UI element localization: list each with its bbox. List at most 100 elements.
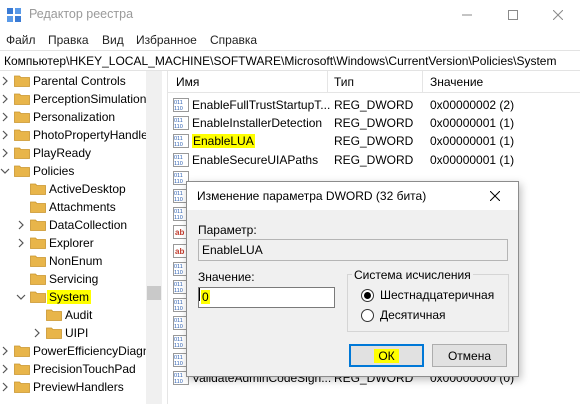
- chevron-down-icon[interactable]: [16, 291, 26, 303]
- chevron-right-icon[interactable]: [0, 111, 10, 123]
- tree-item-system[interactable]: System: [0, 288, 162, 306]
- tree-item-label[interactable]: PreviewHandlers: [31, 380, 126, 394]
- tree-item-datacollection[interactable]: DataCollection: [0, 216, 162, 234]
- column-type-header[interactable]: Тип: [334, 75, 354, 89]
- column-separator[interactable]: [422, 71, 423, 93]
- chevron-right-icon[interactable]: [32, 327, 42, 339]
- tree-item-label[interactable]: Servicing: [47, 272, 100, 286]
- column-separator[interactable]: [327, 71, 328, 93]
- radio-hex[interactable]: [361, 289, 374, 302]
- title-bar: Редактор реестра: [0, 0, 580, 30]
- list-row[interactable]: 011 110 EnableInstallerDetection REG_DWORD 0…: [168, 114, 580, 132]
- tree-item-servicing[interactable]: Servicing: [0, 270, 162, 288]
- folder-icon: [14, 381, 30, 393]
- menu-favorites[interactable]: Избранное: [136, 33, 197, 47]
- folder-icon: [30, 201, 46, 213]
- ok-button-label: ОК: [374, 348, 399, 363]
- chevron-right-icon[interactable]: [0, 129, 10, 141]
- folder-icon: [30, 255, 46, 267]
- menu-view[interactable]: Вид: [102, 33, 124, 47]
- tree-item-photopropertyhandle[interactable]: PhotoPropertyHandle: [0, 126, 162, 144]
- ok-button[interactable]: ОК: [349, 344, 424, 367]
- svg-text:110: 110: [174, 343, 183, 349]
- cancel-button[interactable]: Отмена: [432, 344, 507, 367]
- radio-hex-label[interactable]: Шестнадцатеричная: [380, 288, 494, 302]
- tree-item-label[interactable]: Explorer: [47, 236, 96, 250]
- folder-icon: [30, 291, 46, 303]
- address-path[interactable]: Компьютер\HKEY_LOCAL_MACHINE\SOFTWARE\Mi…: [4, 54, 556, 68]
- chevron-right-icon[interactable]: [0, 93, 10, 105]
- chevron-right-icon[interactable]: [16, 219, 26, 231]
- dialog-close-button[interactable]: [485, 187, 505, 205]
- tree-item-label[interactable]: PrecisionTouchPad: [31, 362, 138, 376]
- svg-text:110: 110: [174, 124, 183, 130]
- value-name: EnableSecureUIAPaths: [192, 152, 319, 167]
- tree-item-audit[interactable]: Audit: [0, 306, 162, 324]
- tree-item-label[interactable]: NonEnum: [47, 254, 104, 268]
- folder-icon: [14, 111, 30, 123]
- tree-item-label[interactable]: PlayReady: [31, 146, 93, 160]
- menu-bar: Файл Правка Вид Избранное Справка: [0, 30, 580, 50]
- tree-item-uipi[interactable]: UIPI: [0, 324, 162, 342]
- column-value-header[interactable]: Значение: [430, 75, 483, 89]
- svg-text:110: 110: [174, 106, 183, 112]
- list-row[interactable]: 011 110 EnableLUA REG_DWORD 0x00000001 (1): [168, 132, 580, 150]
- tree-item-label[interactable]: PowerEfficiencyDiagn: [31, 344, 152, 358]
- tree-scrollbar[interactable]: [146, 71, 162, 404]
- tree-item-label[interactable]: PhotoPropertyHandle: [31, 128, 150, 142]
- tree-item-precisiontouchpad[interactable]: PrecisionTouchPad: [0, 360, 162, 378]
- param-name-field: EnableLUA: [198, 239, 508, 261]
- tree-item-perceptionsimulation[interactable]: PerceptionSimulation: [0, 90, 162, 108]
- tree-item-activedesktop[interactable]: ActiveDesktop: [0, 180, 162, 198]
- folder-icon: [30, 237, 46, 249]
- chevron-right-icon[interactable]: [16, 237, 26, 249]
- column-name-header[interactable]: Имя: [176, 75, 199, 89]
- tree-item-label[interactable]: UIPI: [63, 326, 90, 340]
- radio-decimal-label[interactable]: Десятичная: [380, 308, 446, 322]
- tree-item-playready[interactable]: PlayReady: [0, 144, 162, 162]
- close-window-button[interactable]: [536, 0, 580, 30]
- chevron-right-icon[interactable]: [0, 147, 10, 159]
- list-row[interactable]: 011 110 EnableFullTrustStartupT... REG_DWOR…: [168, 96, 580, 114]
- folder-icon: [14, 93, 30, 105]
- chevron-down-icon[interactable]: [0, 165, 10, 177]
- tree-item-label[interactable]: Personalization: [31, 110, 117, 124]
- chevron-right-icon[interactable]: [0, 381, 10, 393]
- tree-item-label[interactable]: System: [47, 290, 92, 304]
- menu-help[interactable]: Справка: [210, 33, 257, 47]
- svg-text:110: 110: [174, 288, 183, 294]
- tree-item-label[interactable]: Audit: [63, 308, 94, 322]
- menu-edit[interactable]: Правка: [48, 33, 89, 47]
- radio-decimal[interactable]: [361, 309, 374, 322]
- menu-file[interactable]: Файл: [6, 33, 36, 47]
- tree-item-policies[interactable]: Policies: [0, 162, 162, 180]
- tree-item-label[interactable]: Parental Controls: [31, 74, 128, 88]
- tree-item-previewhandlers[interactable]: PreviewHandlers: [0, 378, 162, 396]
- svg-text:110: 110: [174, 142, 183, 148]
- chevron-right-icon[interactable]: [0, 345, 10, 357]
- maximize-button[interactable]: [490, 0, 536, 30]
- tree-item-label[interactable]: PerceptionSimulation: [31, 92, 148, 106]
- tree-item-label[interactable]: ActiveDesktop: [47, 182, 128, 196]
- tree-item-label[interactable]: Policies: [31, 164, 76, 178]
- svg-text:110: 110: [174, 324, 183, 330]
- window-title: Редактор реестра: [29, 7, 134, 21]
- tree-item-personalization[interactable]: Personalization: [0, 108, 162, 126]
- address-bar[interactable]: Компьютер\HKEY_LOCAL_MACHINE\SOFTWARE\Mi…: [0, 50, 580, 71]
- chevron-right-icon[interactable]: [0, 75, 10, 87]
- value-data: 0x00000001 (1): [430, 116, 515, 131]
- list-row[interactable]: 011 110 EnableSecureUIAPaths REG_DWORD 0x000…: [168, 151, 580, 169]
- tree-item-explorer[interactable]: Explorer: [0, 234, 162, 252]
- key-tree[interactable]: Parental Controls PerceptionSimulation Per…: [0, 71, 162, 404]
- tree-item-label[interactable]: DataCollection: [47, 218, 129, 232]
- value-input[interactable]: 0: [198, 287, 335, 308]
- chevron-right-icon[interactable]: [0, 363, 10, 375]
- minimize-button[interactable]: [444, 0, 490, 30]
- tree-scrollbar-thumb[interactable]: [147, 286, 161, 300]
- tree-item-parental-controls[interactable]: Parental Controls: [0, 72, 162, 90]
- tree-item-attachments[interactable]: Attachments: [0, 198, 162, 216]
- tree-item-label[interactable]: Attachments: [47, 200, 118, 214]
- tree-item-powerefficiencydiagn[interactable]: PowerEfficiencyDiagn: [0, 342, 162, 360]
- tree-item-nonenum[interactable]: NonEnum: [0, 252, 162, 270]
- value-input-text[interactable]: 0: [201, 290, 210, 304]
